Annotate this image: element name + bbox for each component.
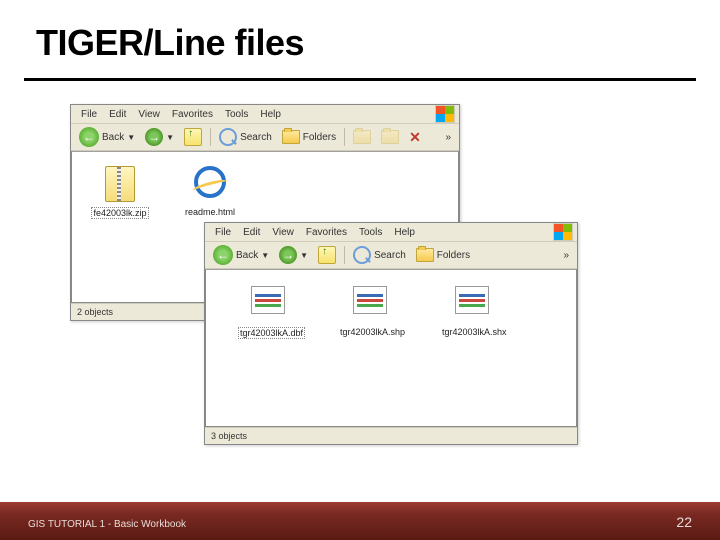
file-item-zip[interactable]: fe42003lk.zip (90, 166, 150, 219)
menubar: File Edit View Favorites Tools Help (205, 223, 577, 242)
menu-view[interactable]: View (266, 227, 300, 238)
chevron-down-icon: ▼ (166, 133, 174, 142)
slide-title: TIGER/Line files (36, 22, 304, 64)
folders-icon (282, 130, 300, 144)
menu-tools[interactable]: Tools (353, 227, 388, 238)
menu-edit[interactable]: Edit (103, 109, 132, 120)
file-list-area: tgr42003lkA.dbf tgr42003lkA.shp tgr42003… (205, 269, 577, 427)
file-item-shx[interactable]: tgr42003lkA.shx (442, 284, 502, 339)
forward-arrow-icon: → (145, 128, 163, 146)
back-arrow-icon: ← (79, 127, 99, 147)
menu-view[interactable]: View (132, 109, 166, 120)
page-number: 22 (676, 514, 692, 530)
status-text: 2 objects (77, 307, 113, 317)
chevron-down-icon: ▼ (261, 251, 269, 260)
status-text: 3 objects (211, 431, 247, 441)
file-name-label: tgr42003lkA.shp (340, 327, 405, 337)
search-label: Search (374, 250, 406, 261)
forward-button[interactable]: → ▼ (275, 244, 312, 266)
menu-file[interactable]: File (209, 227, 237, 238)
folder-up-icon (184, 128, 202, 146)
windows-flag-icon (435, 105, 455, 123)
menu-edit[interactable]: Edit (237, 227, 266, 238)
search-label: Search (240, 132, 272, 143)
toolbar: ← Back ▼ → ▼ Search Folders ✕ » (71, 124, 459, 151)
search-icon (219, 128, 237, 146)
menu-file[interactable]: File (75, 109, 103, 120)
up-button[interactable] (314, 244, 340, 266)
chevron-down-icon: ▼ (127, 133, 135, 142)
menu-favorites[interactable]: Favorites (166, 109, 219, 120)
back-label: Back (102, 132, 124, 143)
folders-button[interactable]: Folders (278, 126, 340, 148)
copy-to-button[interactable] (377, 126, 403, 148)
file-name-label: tgr42003lkA.dbf (238, 327, 305, 339)
search-button[interactable]: Search (349, 244, 410, 266)
forward-arrow-icon: → (279, 246, 297, 264)
chevron-down-icon: ▼ (300, 251, 308, 260)
back-arrow-icon: ← (213, 245, 233, 265)
search-icon (353, 246, 371, 264)
folder-icon (381, 130, 399, 144)
toolbar: ← Back ▼ → ▼ Search Folders » (205, 242, 577, 269)
file-item-shp[interactable]: tgr42003lkA.shp (340, 284, 400, 339)
overflow-chevron-icon[interactable]: » (563, 250, 573, 261)
file-name-label: readme.html (185, 207, 235, 217)
up-button[interactable] (180, 126, 206, 148)
search-button[interactable]: Search (215, 126, 276, 148)
toolbar-separator (344, 128, 345, 146)
data-file-icon (455, 286, 489, 314)
file-name-label: fe42003lk.zip (91, 207, 148, 219)
file-item-dbf[interactable]: tgr42003lkA.dbf (238, 284, 298, 339)
back-label: Back (236, 250, 258, 261)
delete-x-icon: ✕ (409, 129, 421, 146)
menu-help[interactable]: Help (254, 109, 287, 120)
folders-button[interactable]: Folders (412, 244, 474, 266)
delete-button[interactable]: ✕ (405, 126, 425, 148)
file-item-html[interactable]: readme.html (180, 166, 240, 219)
ie-icon (194, 166, 226, 198)
folders-label: Folders (303, 132, 336, 143)
folders-label: Folders (437, 250, 470, 261)
back-button[interactable]: ← Back ▼ (75, 126, 139, 148)
back-button[interactable]: ← Back ▼ (209, 244, 273, 266)
data-file-icon (353, 286, 387, 314)
data-file-icon (251, 286, 285, 314)
folder-icon (353, 130, 371, 144)
menu-favorites[interactable]: Favorites (300, 227, 353, 238)
overflow-chevron-icon[interactable]: » (445, 132, 455, 143)
zip-icon (105, 166, 135, 202)
move-to-button[interactable] (349, 126, 375, 148)
title-underline (24, 78, 696, 81)
menu-tools[interactable]: Tools (219, 109, 254, 120)
menubar: File Edit View Favorites Tools Help (71, 105, 459, 124)
status-bar: 3 objects (205, 427, 577, 444)
slide-footer: GIS TUTORIAL 1 - Basic Workbook 22 (0, 502, 720, 540)
folder-up-icon (318, 246, 336, 264)
footer-text: GIS TUTORIAL 1 - Basic Workbook (28, 519, 186, 530)
folders-icon (416, 248, 434, 262)
file-name-label: tgr42003lkA.shx (442, 327, 507, 337)
explorer-window-2: File Edit View Favorites Tools Help ← Ba… (204, 222, 578, 445)
menu-help[interactable]: Help (388, 227, 421, 238)
toolbar-separator (344, 246, 345, 264)
forward-button[interactable]: → ▼ (141, 126, 178, 148)
windows-flag-icon (553, 223, 573, 241)
toolbar-separator (210, 128, 211, 146)
